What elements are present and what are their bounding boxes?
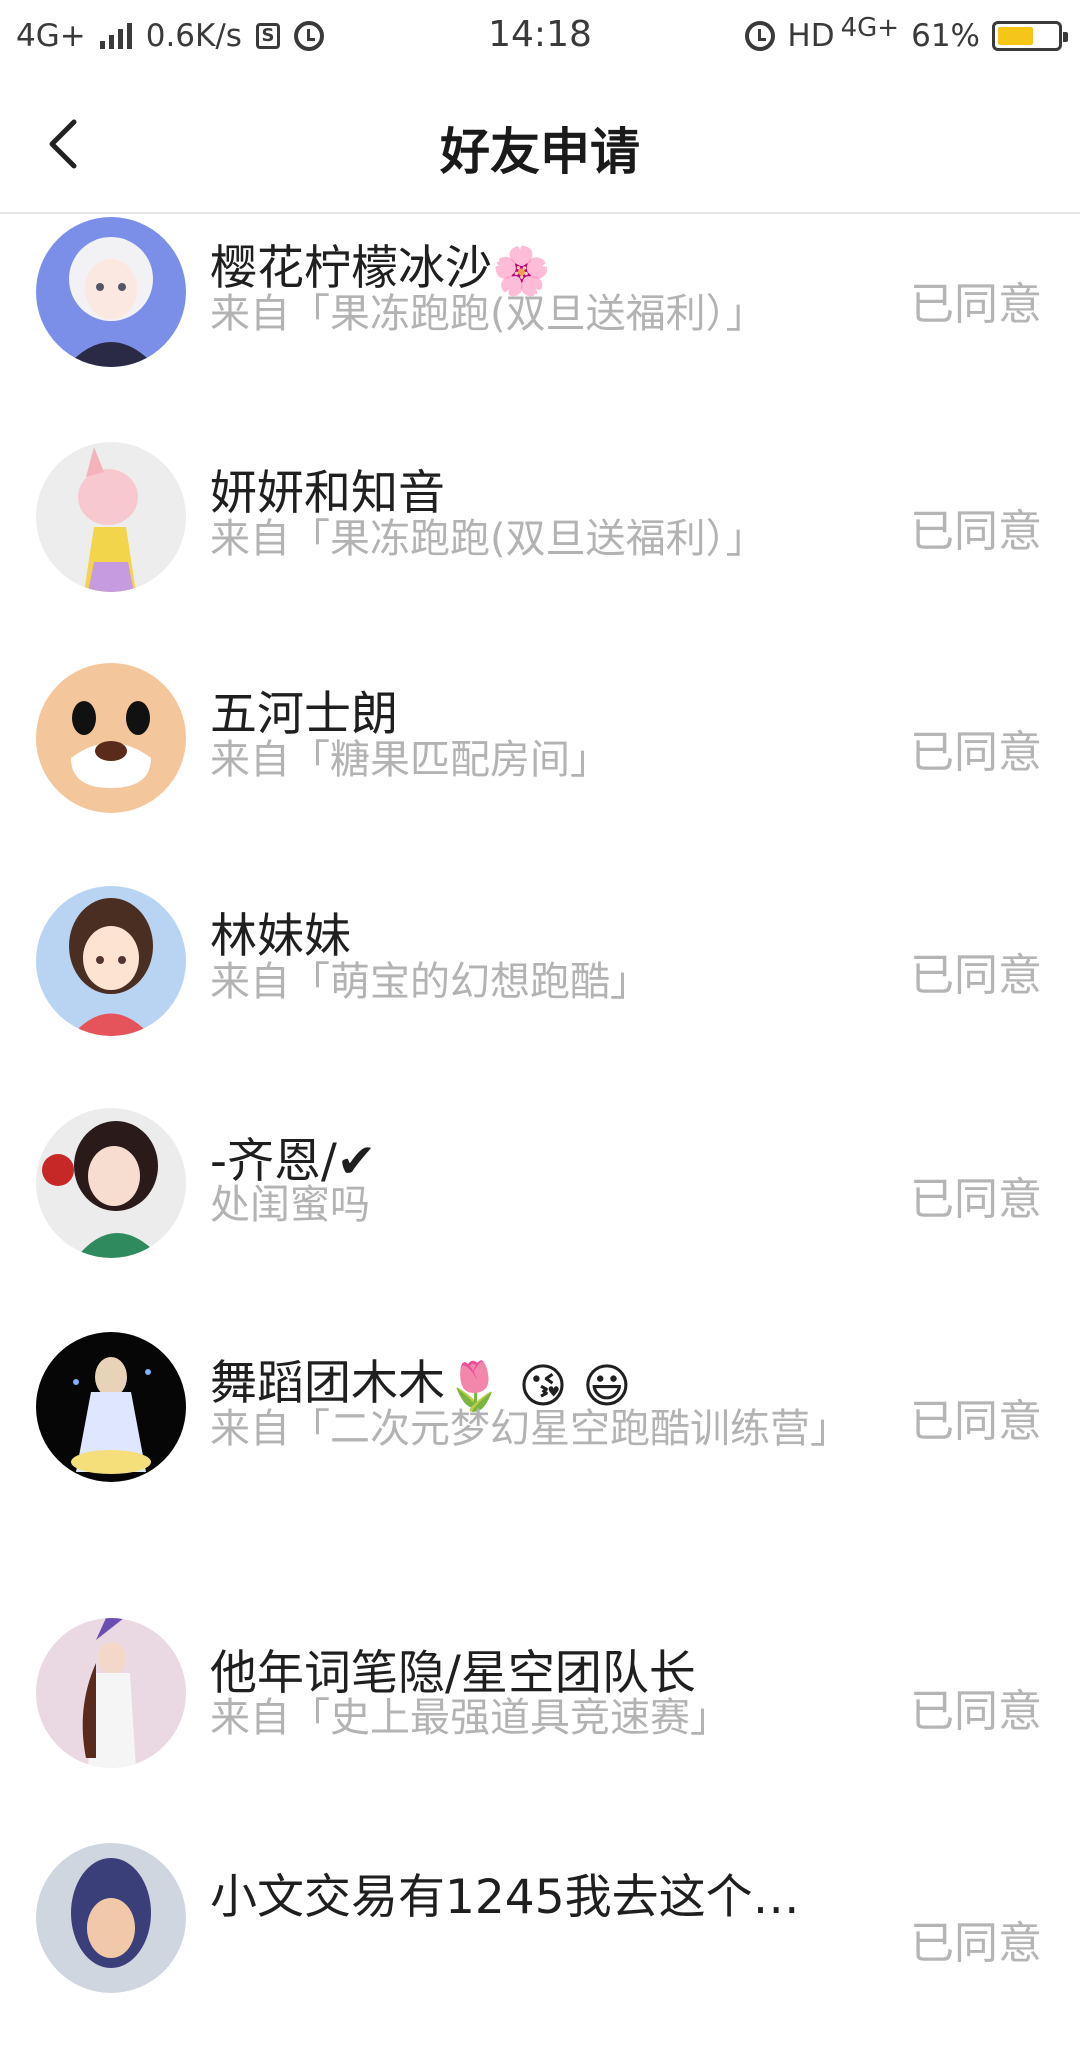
status-agreed: 已同意 [910,1396,1042,1447]
list-item[interactable]: 五河士朗 来自「糖果匹配房间」 已同意 [0,660,1080,883]
list-item[interactable]: 林妹妹 来自「萌宝的幻想跑酷」 已同意 [0,883,1080,1106]
list-item[interactable]: 妍妍和知音 来自「果冻跑跑(双旦送福利）」 已同意 [0,437,1080,660]
avatar[interactable] [36,217,186,367]
avatar[interactable] [36,1618,186,1768]
battery-level [998,27,1034,45]
list-item[interactable]: 小文交易有1245我去这个… 已同意 [0,1838,1080,2061]
list-item[interactable]: 他年词笔隐/星空团队长 来自「史上最强道具竞速赛」 已同意 [0,1615,1080,1838]
status-agreed: 已同意 [910,506,1042,557]
alarm-icon [745,21,776,51]
request-source: 来自「果冻跑跑(双旦送福利）」 [210,291,766,337]
list-item[interactable]: -齐恩/✔ 处闺蜜吗 已同意 [0,1106,1080,1329]
hd-network: HD 4G+ [787,13,899,54]
request-source: 来自「二次元梦幻星空跑酷训练营」 [210,1406,850,1452]
request-source: 处闺蜜吗 [210,1182,370,1228]
status-agreed: 已同意 [910,1686,1042,1737]
avatar[interactable] [36,1332,186,1482]
battery-icon [992,21,1068,51]
list-item[interactable]: 樱花柠檬冰沙🌸 来自「果冻跑跑(双旦送福利）」 已同意 [0,214,1080,437]
status-agreed: 已同意 [910,950,1042,1001]
status-bar: 4G+ 0.6K/s S 14:18 HD 4G+ 61% [0,0,1080,72]
friend-name-text: 小文交易有1245我去这个… [210,1870,800,1925]
status-agreed: 已同意 [910,1174,1042,1225]
avatar[interactable] [36,886,186,1036]
status-right: HD 4G+ 61% [745,13,1068,58]
page-title: 好友申请 [440,123,640,181]
network-type-right: 4G+ [840,13,900,43]
status-agreed: 已同意 [910,279,1042,330]
request-source: 来自「果冻跑跑(双旦送福利）」 [210,516,766,562]
request-source: 来自「史上最强道具竞速赛」 [210,1695,730,1741]
friend-request-list: 樱花柠檬冰沙🌸 来自「果冻跑跑(双旦送福利）」 已同意 妍妍和知音 来自「果冻跑… [0,214,1080,2061]
hd-label: HD [787,18,835,54]
request-source: 来自「糖果匹配房间」 [210,737,610,783]
battery-percent: 61% [911,18,980,54]
status-agreed: 已同意 [910,727,1042,778]
avatar[interactable] [36,442,186,592]
status-agreed: 已同意 [910,1918,1042,1969]
friend-name: 小文交易有1245我去这个… [210,1858,840,1927]
avatar[interactable] [36,1843,186,1993]
avatar[interactable] [36,663,186,813]
header: 好友申请 [0,72,1080,214]
request-source: 来自「萌宝的幻想跑酷」 [210,959,650,1005]
list-item[interactable]: 舞蹈团木木🌷 😘 😃 来自「二次元梦幻星空跑酷训练营」 已同意 [0,1329,1080,1615]
avatar[interactable] [36,1108,186,1258]
